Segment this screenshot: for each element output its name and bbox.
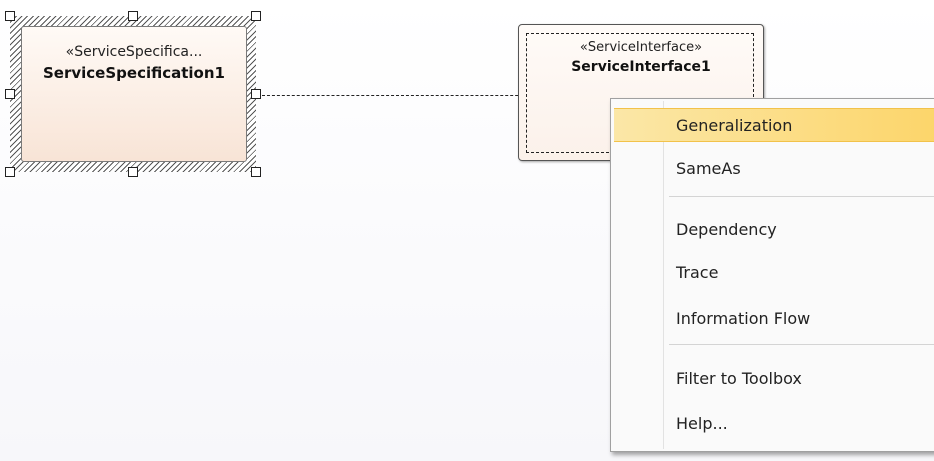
menu-item-generalization[interactable]: Generalization: [614, 108, 934, 142]
menu-item-filter-to-toolbox[interactable]: Filter to Toolbox: [614, 362, 934, 396]
resize-handle-bottom[interactable]: [128, 167, 138, 177]
menu-separator: [669, 196, 934, 197]
menu-separator: [669, 344, 934, 345]
relationship-context-menu: Generalization SameAs Dependency Trace I…: [610, 98, 934, 452]
element-name: ServiceSpecification1: [43, 64, 225, 82]
resize-handle-top-right[interactable]: [251, 11, 261, 21]
resize-handle-bottom-left[interactable]: [5, 167, 15, 177]
menu-item-dependency[interactable]: Dependency: [614, 213, 934, 247]
element-stereotype: «ServiceSpecifica...: [65, 44, 203, 60]
menu-item-help[interactable]: Help...: [614, 407, 934, 441]
resize-handle-bottom-right[interactable]: [251, 167, 261, 177]
menu-item-sameas[interactable]: SameAs: [614, 152, 934, 186]
menu-item-trace[interactable]: Trace: [614, 256, 934, 290]
menu-item-information-flow[interactable]: Information Flow: [614, 302, 934, 336]
resize-handle-left[interactable]: [5, 89, 15, 99]
resize-handle-top[interactable]: [128, 11, 138, 21]
resize-handle-right[interactable]: [251, 89, 261, 99]
service-specification-element[interactable]: «ServiceSpecifica... ServiceSpecificatio…: [21, 26, 247, 162]
connector-line: [262, 95, 538, 96]
resize-handle-top-left[interactable]: [5, 11, 15, 21]
